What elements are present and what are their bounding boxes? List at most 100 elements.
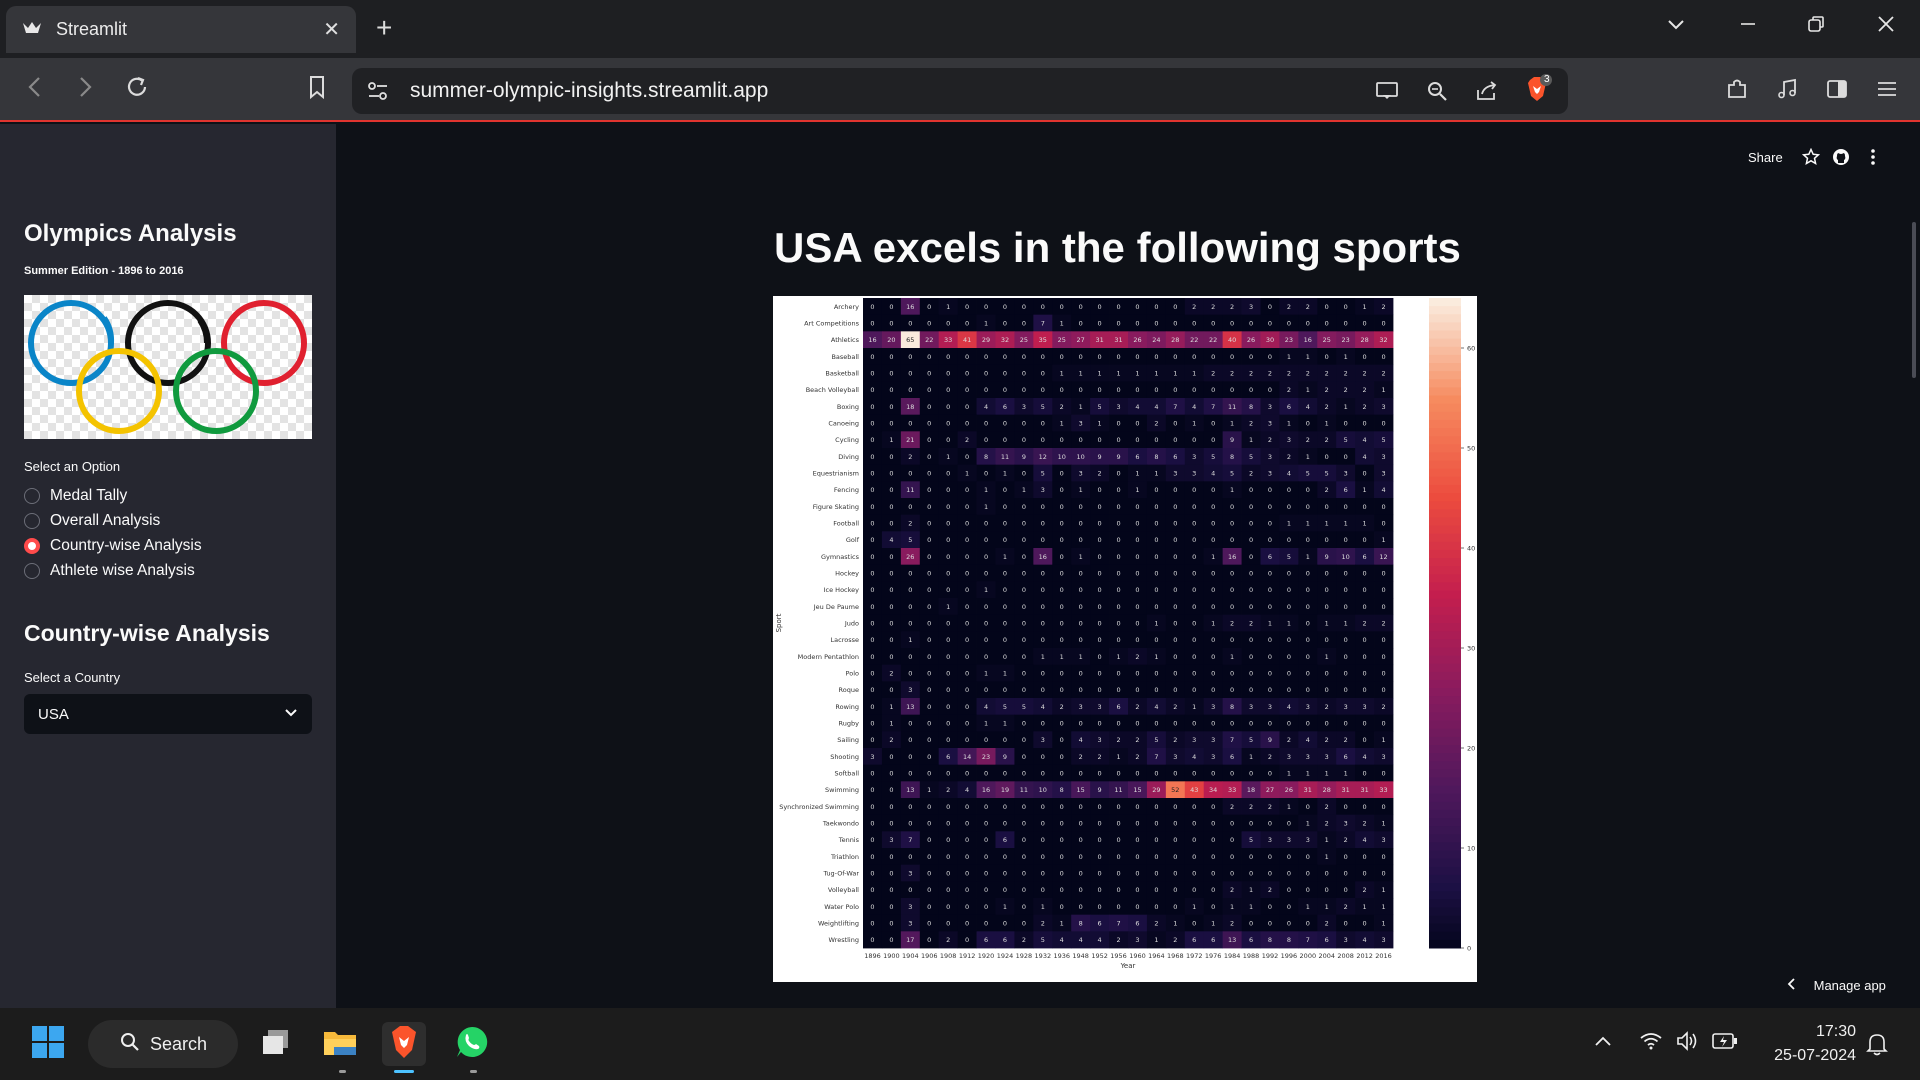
y-tick-label: Hockey xyxy=(835,570,859,578)
cell-value-label: 0 xyxy=(1363,470,1367,478)
cell-value-label: 0 xyxy=(1135,886,1139,894)
y-tick-label: Archery xyxy=(834,303,859,311)
extensions-icon[interactable] xyxy=(1722,74,1752,104)
tab-search-chevron-icon[interactable] xyxy=(1666,14,1686,40)
cell-value-label: 0 xyxy=(1060,636,1064,644)
brave-taskbar-button[interactable] xyxy=(382,1022,426,1066)
cell-value-label: 1 xyxy=(1192,903,1196,911)
cell-value-label: 2 xyxy=(1325,386,1329,394)
minimize-button[interactable] xyxy=(1738,14,1758,40)
cell-value-label: 0 xyxy=(1041,570,1045,578)
close-tab-icon[interactable]: ✕ xyxy=(323,17,340,42)
star-icon[interactable] xyxy=(1800,146,1822,168)
cell-value-label: 0 xyxy=(1022,503,1026,511)
radio-button[interactable] xyxy=(24,488,40,504)
share-page-icon[interactable] xyxy=(1472,76,1502,106)
radio-overall-analysis[interactable]: Overall Analysis xyxy=(24,512,160,530)
close-window-button[interactable] xyxy=(1876,14,1896,40)
github-icon[interactable] xyxy=(1830,146,1852,168)
cell-value-label: 3 xyxy=(1079,703,1083,711)
cell-value-label: 9 xyxy=(1116,453,1120,461)
colorbar-segment xyxy=(1429,346,1461,356)
cell-value-label: 3 xyxy=(1268,453,1272,461)
main-scrollbar[interactable] xyxy=(1912,222,1916,378)
site-settings-icon[interactable] xyxy=(366,80,390,107)
reload-icon[interactable] xyxy=(124,74,150,106)
cell-value-label: 2 xyxy=(1022,936,1026,944)
cell-value-label: 0 xyxy=(870,886,874,894)
taskbar-search[interactable]: Search xyxy=(88,1020,238,1068)
cell-value-label: 0 xyxy=(1287,636,1291,644)
whatsapp-button[interactable] xyxy=(450,1022,494,1066)
cell-value-label: 0 xyxy=(1135,836,1139,844)
colorbar-segment xyxy=(1429,834,1461,843)
cell-value-label: 0 xyxy=(1022,720,1026,728)
start-button[interactable] xyxy=(26,1022,70,1066)
zoom-icon[interactable] xyxy=(1422,76,1452,106)
radio-country-wise-analysis[interactable]: Country-wise Analysis xyxy=(24,537,202,555)
radio-button-selected[interactable] xyxy=(24,538,40,554)
back-icon[interactable] xyxy=(24,74,46,106)
cell-value-label: 0 xyxy=(1287,486,1291,494)
cell-value-label: 0 xyxy=(1249,653,1253,661)
cell-value-label: 0 xyxy=(1116,486,1120,494)
cast-icon[interactable] xyxy=(1372,76,1402,106)
cell-value-label: 0 xyxy=(1022,553,1026,561)
share-button[interactable]: Share xyxy=(1748,150,1783,165)
cell-value-label: 4 xyxy=(1306,403,1310,411)
cell-value-label: 0 xyxy=(946,853,950,861)
manage-app-button[interactable]: Manage app xyxy=(1786,978,1886,993)
volume-icon[interactable] xyxy=(1676,1030,1700,1057)
wifi-icon[interactable] xyxy=(1640,1032,1662,1055)
cell-value-label: 3 xyxy=(1268,836,1272,844)
kebab-menu-icon[interactable] xyxy=(1862,146,1884,168)
cell-value-label: 6 xyxy=(1344,753,1348,761)
colorbar-segment xyxy=(1429,801,1461,811)
cell-value-label: 0 xyxy=(1306,803,1310,811)
brave-shields-icon[interactable]: 3 xyxy=(1522,74,1552,104)
cell-value-label: 0 xyxy=(1381,353,1385,361)
radio-medal-tally[interactable]: Medal Tally xyxy=(24,487,127,505)
cell-value-label: 0 xyxy=(1060,486,1064,494)
cell-value-label: 0 xyxy=(1381,586,1385,594)
chevron-up-icon[interactable] xyxy=(1594,1034,1612,1053)
forward-icon[interactable] xyxy=(74,74,96,106)
cell-value-label: 0 xyxy=(1192,570,1196,578)
notification-bell-icon[interactable] xyxy=(1866,1032,1888,1061)
radio-label: Overall Analysis xyxy=(50,512,161,529)
cell-value-label: 4 xyxy=(1287,703,1291,711)
restore-button[interactable] xyxy=(1806,14,1826,40)
cell-value-label: 1 xyxy=(1306,386,1310,394)
country-select[interactable]: USA xyxy=(24,694,312,734)
address-bar[interactable]: summer-olympic-insights.streamlit.app 3 xyxy=(352,68,1568,114)
cell-value-label: 0 xyxy=(946,503,950,511)
new-tab-button[interactable]: + xyxy=(376,14,392,42)
cell-value-label: 1 xyxy=(1381,736,1385,744)
battery-icon[interactable] xyxy=(1712,1032,1738,1055)
cell-value-label: 1 xyxy=(1098,420,1102,428)
browser-tab[interactable]: Streamlit ✕ xyxy=(6,6,356,53)
cell-value-label: 1 xyxy=(1211,620,1215,628)
y-tick-label: Basketball xyxy=(825,370,859,378)
cell-value-label: 6 xyxy=(1363,553,1367,561)
cell-value-label: 0 xyxy=(1041,370,1045,378)
menu-icon[interactable] xyxy=(1872,74,1902,104)
bookmark-icon[interactable] xyxy=(306,74,328,106)
radio-athlete-wise-analysis[interactable]: Athlete wise Analysis xyxy=(24,562,195,580)
cell-value-label: 0 xyxy=(1325,570,1329,578)
file-explorer-button[interactable] xyxy=(318,1022,362,1066)
sidebar-toggle-icon[interactable] xyxy=(1822,74,1852,104)
cell-value-label: 0 xyxy=(1249,920,1253,928)
y-tick-label: Taekwondo xyxy=(822,820,859,828)
task-view-button[interactable] xyxy=(254,1022,298,1066)
radio-button[interactable] xyxy=(24,513,40,529)
cell-value-label: 0 xyxy=(1192,503,1196,511)
media-icon[interactable] xyxy=(1772,74,1802,104)
cell-value-label: 0 xyxy=(1363,536,1367,544)
system-clock[interactable]: 17:30 25-07-2024 xyxy=(1752,1020,1856,1068)
cell-value-label: 0 xyxy=(1116,353,1120,361)
cell-value-label: 0 xyxy=(1154,803,1158,811)
radio-button[interactable] xyxy=(24,563,40,579)
cell-value-label: 0 xyxy=(1192,520,1196,528)
cell-value-label: 0 xyxy=(965,520,969,528)
